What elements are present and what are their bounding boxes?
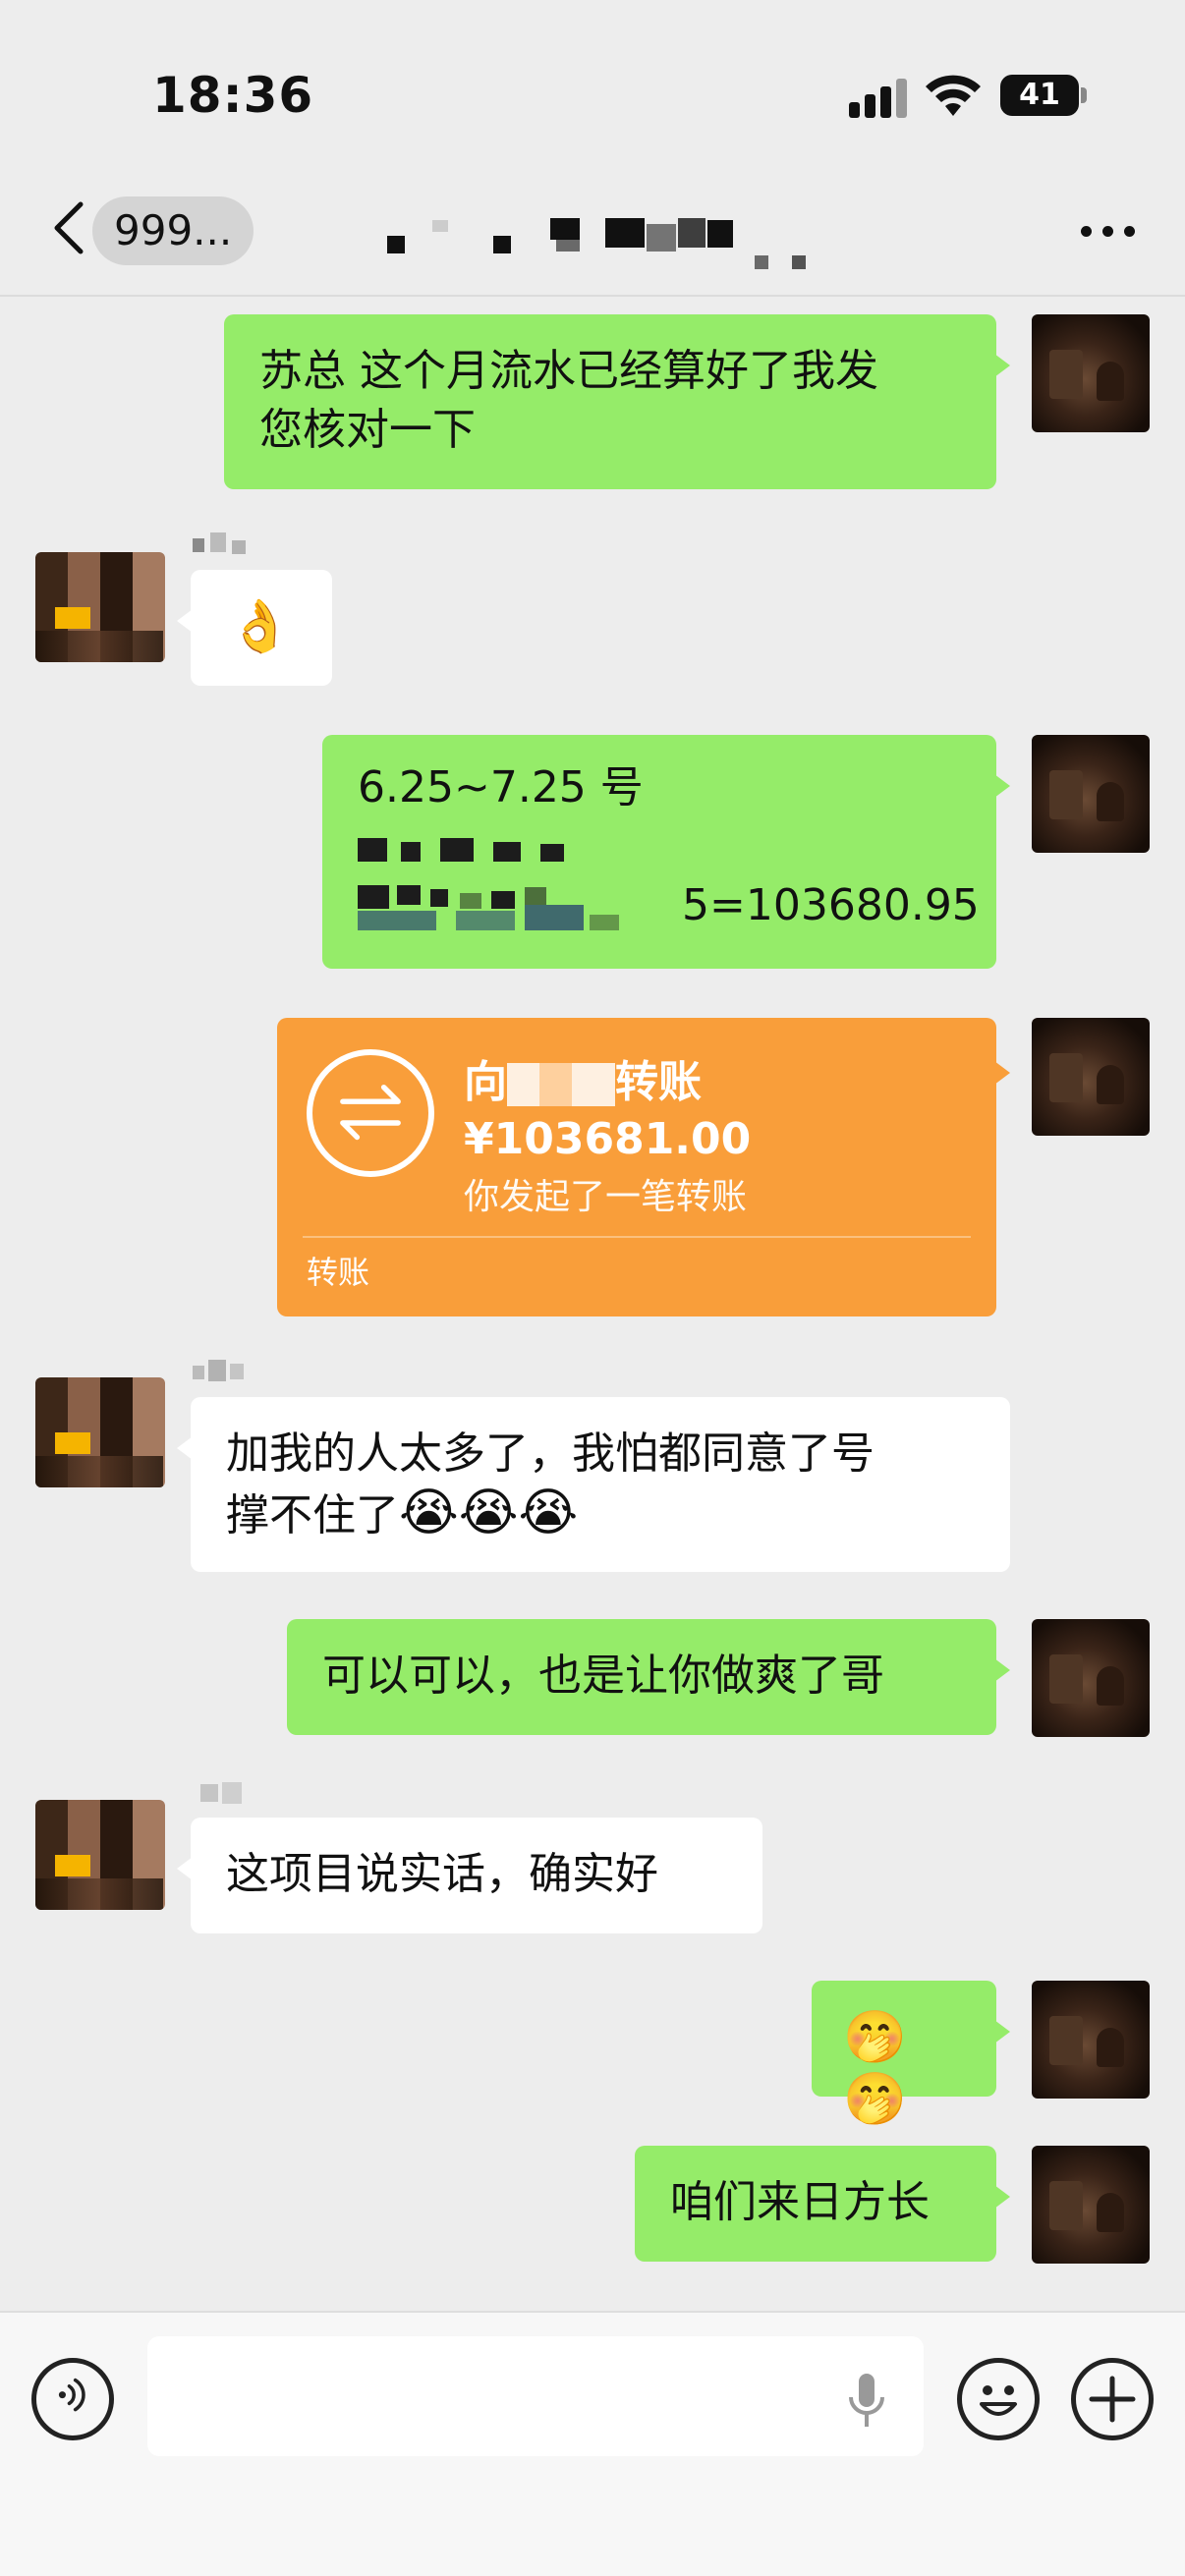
unread-count-pill[interactable]: 999... bbox=[92, 196, 254, 265]
back-chevron-icon[interactable] bbox=[49, 198, 88, 257]
peer-avatar[interactable] bbox=[35, 552, 165, 662]
message-bubble-peer[interactable]: 👌 bbox=[177, 570, 332, 686]
message-text: 您核对一下 bbox=[259, 405, 476, 455]
wifi-icon bbox=[926, 75, 981, 116]
chat-header: 999... bbox=[0, 167, 1185, 297]
redacted-text bbox=[358, 885, 682, 930]
self-avatar[interactable] bbox=[1032, 1619, 1150, 1737]
cellular-signal-icon bbox=[849, 79, 910, 118]
peer-avatar[interactable] bbox=[35, 1800, 165, 1910]
self-avatar[interactable] bbox=[1032, 2146, 1150, 2264]
peer-name-redacted bbox=[193, 532, 261, 558]
message-text: 加我的人太多了，我怕都同意了号 bbox=[226, 1428, 875, 1479]
message-bubble-self[interactable]: 咱们来日方长 bbox=[635, 2146, 1010, 2262]
input-bar bbox=[0, 2311, 1185, 2576]
voice-icon[interactable] bbox=[31, 2358, 114, 2440]
self-avatar[interactable] bbox=[1032, 735, 1150, 853]
transfer-amount: ¥103681.00 bbox=[464, 1114, 752, 1164]
message-bubble-self[interactable]: 6.25~7.25 号 5=103680.95 bbox=[322, 735, 1010, 969]
message-text: 5=103680.95 bbox=[682, 880, 980, 930]
chat-title-redacted bbox=[364, 206, 835, 269]
message-bubble-self[interactable]: 可以可以，也是让你做爽了哥 bbox=[287, 1619, 1010, 1735]
transfer-arrows-icon bbox=[307, 1049, 434, 1177]
self-avatar[interactable] bbox=[1032, 1018, 1150, 1136]
peer-name-redacted bbox=[193, 1360, 261, 1385]
message-emoji: 👌 bbox=[228, 597, 292, 656]
redacted-text bbox=[358, 832, 593, 862]
message-text: 咱们来日方长 bbox=[670, 2177, 930, 2227]
battery-icon: 41 bbox=[1000, 75, 1079, 116]
mic-icon[interactable] bbox=[845, 2372, 888, 2431]
message-bubble-peer[interactable]: 这项目说实话，确实好 bbox=[177, 1818, 762, 1933]
transfer-description: 你发起了一笔转账 bbox=[464, 1177, 748, 1217]
message-emoji: 😭😭😭 bbox=[399, 1484, 579, 1542]
message-text: 6.25~7.25 号 bbox=[358, 762, 644, 812]
status-time: 18:36 bbox=[152, 67, 314, 124]
message-text: 可以可以，也是让你做爽了哥 bbox=[322, 1651, 884, 1701]
status-bar: 18:36 41 bbox=[0, 0, 1185, 167]
peer-name-redacted bbox=[200, 1780, 259, 1806]
message-bubble-peer[interactable]: 加我的人太多了，我怕都同意了号 撑不住了😭😭😭 bbox=[177, 1397, 1010, 1572]
transfer-label: 转账 bbox=[307, 1254, 370, 1291]
message-emoji: 🤭🤭 bbox=[843, 2008, 907, 2129]
message-input[interactable] bbox=[147, 2336, 924, 2456]
more-icon[interactable] bbox=[1081, 226, 1140, 238]
self-avatar[interactable] bbox=[1032, 314, 1150, 432]
battery-tip bbox=[1081, 87, 1087, 103]
transfer-card[interactable]: 向转账 ¥103681.00 你发起了一笔转账 转账 bbox=[277, 1018, 1010, 1316]
message-text: 撑不住了 bbox=[226, 1490, 399, 1540]
message-bubble-self[interactable]: 🤭🤭 bbox=[812, 1981, 1010, 2129]
redacted-recipient bbox=[507, 1063, 615, 1106]
peer-avatar[interactable] bbox=[35, 1377, 165, 1487]
plus-icon[interactable] bbox=[1071, 2358, 1154, 2440]
message-bubble-self[interactable]: 苏总 这个月流水已经算好了我发 您核对一下 bbox=[224, 314, 1010, 489]
message-text: 这项目说实话，确实好 bbox=[226, 1849, 658, 1899]
self-avatar[interactable] bbox=[1032, 1981, 1150, 2099]
transfer-title: 向转账 bbox=[464, 1057, 702, 1107]
transfer-divider bbox=[303, 1236, 971, 1238]
emoji-icon[interactable] bbox=[957, 2358, 1040, 2440]
message-text: 苏总 这个月流水已经算好了我发 bbox=[259, 346, 878, 396]
